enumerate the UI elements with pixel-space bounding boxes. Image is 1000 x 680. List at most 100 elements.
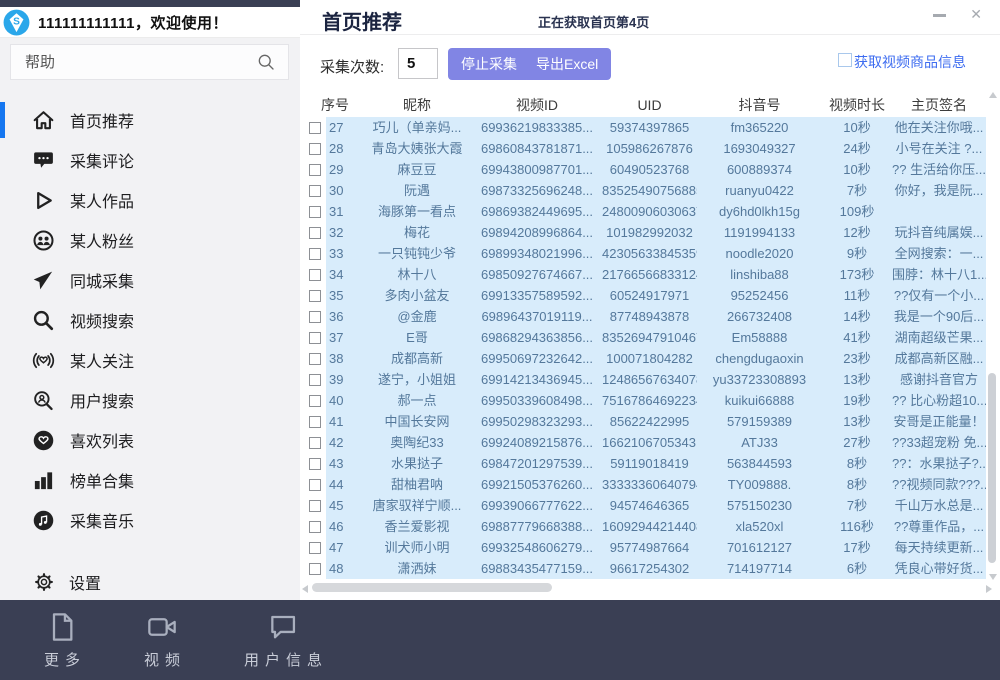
checkbox-cell — [308, 500, 326, 512]
cell-duration: 173秒 — [822, 264, 892, 285]
table-row[interactable]: 33一只钝钝少爷69899348021996...42305633845359.… — [308, 243, 986, 264]
sidebar-item-ranking[interactable]: 榜单合集 — [0, 460, 300, 500]
row-checkbox[interactable] — [309, 542, 321, 554]
table-row[interactable]: 41中国长安网69950298323293...8562242299557915… — [308, 411, 986, 432]
row-checkbox[interactable] — [309, 206, 321, 218]
cell-signature: ??尊重作品，... — [892, 516, 986, 537]
table-row[interactable]: 48潇洒妹69883435477159...966172543027141977… — [308, 558, 986, 579]
scroll-up-arrow-icon[interactable] — [989, 92, 997, 98]
column-header: 昵称 — [362, 95, 472, 115]
sidebar-item-comments[interactable]: 采集评论 — [0, 140, 300, 180]
sidebar-item-user-search[interactable]: 用户搜索 — [0, 380, 300, 420]
help-search-box[interactable] — [10, 44, 289, 80]
row-checkbox[interactable] — [309, 458, 321, 470]
table-row[interactable]: 47训犬师小明69932548606279...9577498766470161… — [308, 537, 986, 558]
row-checkbox[interactable] — [309, 353, 321, 365]
search-icon[interactable] — [256, 52, 276, 72]
sidebar-item-city-collect[interactable]: 同城采集 — [0, 260, 300, 300]
scroll-left-arrow-icon[interactable] — [302, 585, 308, 593]
scroll-down-arrow-icon[interactable] — [989, 574, 997, 580]
close-icon[interactable]: ✕ — [970, 6, 982, 23]
sidebar-item-music[interactable]: 采集音乐 — [0, 500, 300, 540]
likes-heart-icon — [32, 429, 55, 452]
table-row[interactable]: 39遂宁，小姐姐69914213436945...12486567634078.… — [308, 369, 986, 390]
row-checkbox[interactable] — [309, 521, 321, 533]
sidebar-item-home-feed[interactable]: 首页推荐 — [0, 100, 300, 140]
cell-signature: 湖南超级芒果... — [892, 327, 986, 348]
table-row[interactable]: 29麻豆豆69943800987701...604905237686008893… — [308, 159, 986, 180]
row-checkbox[interactable] — [309, 395, 321, 407]
horizontal-scroll-thumb[interactable] — [312, 583, 552, 592]
table-row[interactable]: 40郝一点69950339608498...751678646922344kui… — [308, 390, 986, 411]
horizontal-scrollbar[interactable] — [302, 582, 994, 596]
export-excel-button[interactable]: 导出Excel — [523, 48, 611, 80]
product-info-checkbox[interactable] — [838, 53, 852, 67]
cell-douyin-id: yu33723308893 — [697, 369, 822, 390]
sidebar-item-settings[interactable]: 设置 — [0, 563, 300, 600]
magnifier-icon — [32, 309, 55, 332]
table-row[interactable]: 42奥陶纪3369924089215876...16621067053431..… — [308, 432, 986, 453]
vertical-scroll-thumb[interactable] — [988, 373, 996, 563]
row-checkbox[interactable] — [309, 437, 321, 449]
table-row[interactable]: 31海豚第一看点69869382449695...24800906030637.… — [308, 201, 986, 222]
row-checkbox[interactable] — [309, 416, 321, 428]
table-row[interactable]: 44甜柚君呐69921505376260...33333360640794...… — [308, 474, 986, 495]
table-row[interactable]: 32梅花69894208996864...1019829920321191994… — [308, 222, 986, 243]
table-row[interactable]: 45唐家驭祥宁顺...69939066777622...945746463655… — [308, 495, 986, 516]
cell-nickname: 中国长安网 — [362, 411, 472, 432]
table-row[interactable]: 43水果挞子69847201297539...59119018419563844… — [308, 453, 986, 474]
table-row[interactable]: 46香兰爱影视69887779668388...16092944214408..… — [308, 516, 986, 537]
vertical-scrollbar[interactable] — [987, 90, 998, 584]
cell-nickname: 海豚第一看点 — [362, 201, 472, 222]
row-checkbox[interactable] — [309, 227, 321, 239]
table-row[interactable]: 37E哥69868294363856...835269479104679Em58… — [308, 327, 986, 348]
sidebar-item-fans[interactable]: 某人粉丝 — [0, 220, 300, 260]
sidebar-item-works[interactable]: 某人作品 — [0, 180, 300, 220]
table-row[interactable]: 34林十八69850927674667...21766566833124...l… — [308, 264, 986, 285]
cell-duration: 109秒 — [822, 201, 892, 222]
row-checkbox[interactable] — [309, 122, 321, 134]
footer-item-user-info[interactable]: 用户信息 — [238, 611, 328, 670]
row-checkbox[interactable] — [309, 374, 321, 386]
comment-icon — [32, 149, 55, 172]
footer-item-label: 视频 — [138, 649, 186, 670]
footer-item-video[interactable]: 视频 — [138, 611, 186, 670]
table-row[interactable]: 36@金鹿69896437019119...877489438782667324… — [308, 306, 986, 327]
row-checkbox[interactable] — [309, 563, 321, 575]
cell-nickname: 麻豆豆 — [362, 159, 472, 180]
sidebar-item-video-search[interactable]: 视频搜索 — [0, 300, 300, 340]
cell-uid: 24800906030637... — [602, 201, 697, 222]
table-row[interactable]: 35多肉小盆友69913357589592...6052491797195252… — [308, 285, 986, 306]
footer-item-more[interactable]: 更多 — [38, 611, 86, 670]
cell-douyin-id: 579159389 — [697, 411, 822, 432]
cell-num: 35 — [326, 285, 362, 306]
table-row[interactable]: 30阮遇69873325696248...835254907568851ruan… — [308, 180, 986, 201]
collect-count-input[interactable] — [398, 48, 438, 79]
follow-broadcast-icon — [32, 349, 55, 372]
table-row[interactable]: 27巧儿（单亲妈...69936219833385...59374397865f… — [308, 117, 986, 138]
table-row[interactable]: 28青岛大姨张大霞69860843781871...10598626787616… — [308, 138, 986, 159]
row-checkbox[interactable] — [309, 164, 321, 176]
sidebar-item-likes[interactable]: 喜欢列表 — [0, 420, 300, 460]
footer-item-label: 用户信息 — [238, 649, 328, 670]
cell-nickname: 青岛大姨张大霞 — [362, 138, 472, 159]
stop-collect-button[interactable]: 停止采集 — [448, 48, 530, 80]
row-checkbox[interactable] — [309, 332, 321, 344]
row-checkbox[interactable] — [309, 143, 321, 155]
minimize-icon[interactable] — [933, 14, 946, 17]
row-checkbox[interactable] — [309, 290, 321, 302]
help-search-input[interactable] — [11, 54, 256, 71]
table-row[interactable]: 38成都高新69950697232642...100071804282cheng… — [308, 348, 986, 369]
row-checkbox[interactable] — [309, 185, 321, 197]
cell-uid: 60524917971 — [602, 285, 697, 306]
cell-uid: 33333360640794... — [602, 474, 697, 495]
row-checkbox[interactable] — [309, 311, 321, 323]
row-checkbox[interactable] — [309, 248, 321, 260]
cell-duration: 41秒 — [822, 327, 892, 348]
row-checkbox[interactable] — [309, 500, 321, 512]
scroll-right-arrow-icon[interactable] — [986, 585, 992, 593]
row-checkbox[interactable] — [309, 479, 321, 491]
row-checkbox[interactable] — [309, 269, 321, 281]
cell-video-id: 69924089215876... — [472, 432, 602, 453]
sidebar-item-follows[interactable]: 某人关注 — [0, 340, 300, 380]
